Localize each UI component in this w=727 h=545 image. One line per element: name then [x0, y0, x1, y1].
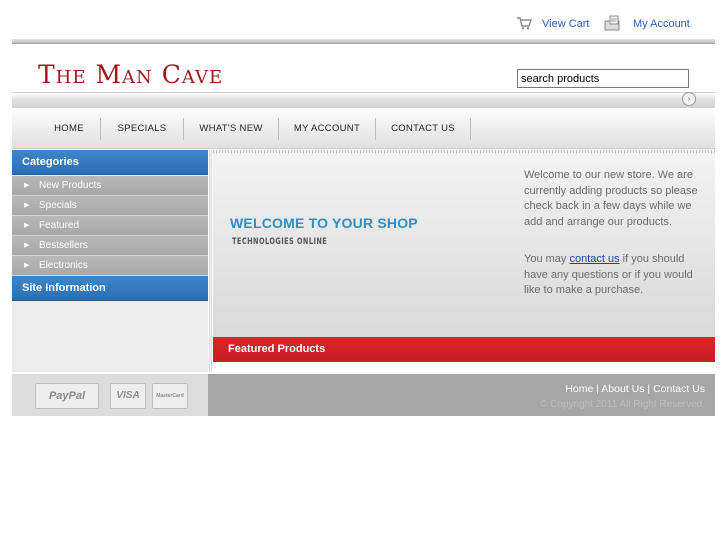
my-account-link[interactable]: My Account [633, 18, 690, 30]
nav-separator [470, 118, 471, 140]
welcome-title: WELCOME TO YOUR SHOP [230, 215, 418, 231]
bullet-arrow-icon: ▶ [24, 242, 30, 249]
categories-heading: Categories [12, 150, 208, 175]
site-information-heading[interactable]: Site Information [12, 276, 208, 301]
footer-contact-link[interactable]: Contact Us [653, 383, 705, 395]
copyright: © Copyright 2011 All Right Reserved. [539, 399, 705, 410]
footer-home-link[interactable]: Home [565, 383, 593, 395]
visa-logo: VISA [110, 383, 146, 409]
category-specials[interactable]: ▶ Specials [12, 196, 208, 216]
intro-paragraph: Welcome to our new store. We are current… [524, 169, 698, 228]
featured-products-heading: Featured Products [213, 337, 715, 362]
bullet-arrow-icon: ▶ [24, 202, 30, 209]
site-logo[interactable]: The Man Cave [38, 60, 223, 89]
contact-paragraph: You may contact us if you should have an… [524, 252, 704, 299]
paypal-logo: PayPal [35, 383, 99, 409]
category-featured[interactable]: ▶ Featured [12, 216, 208, 236]
view-cart-link[interactable]: View Cart [542, 18, 589, 30]
category-bestsellers[interactable]: ▶ Bestsellers [12, 236, 208, 256]
nav-whats-new[interactable]: WHAT'S NEW [184, 108, 278, 148]
category-label: New Products [39, 180, 102, 191]
header-bottom-bar [12, 92, 715, 109]
footer-separator: | [644, 383, 654, 395]
search-input[interactable] [517, 69, 689, 88]
nav-my-account[interactable]: MY ACCOUNT [279, 108, 375, 148]
welcome-subtitle: TECHNOLOGIES ONLINE [232, 237, 328, 247]
bullet-arrow-icon: ▶ [24, 182, 30, 189]
account-icon[interactable] [604, 15, 622, 31]
banner-dotted-rule [213, 150, 715, 153]
sidebar-divider [209, 150, 212, 372]
category-new-products[interactable]: ▶ New Products [12, 176, 208, 196]
category-label: Featured [39, 220, 80, 231]
search-submit-icon[interactable]: › [682, 92, 696, 106]
footer-links: Home | About Us | Contact Us [565, 383, 705, 395]
bullet-arrow-icon: ▶ [24, 222, 30, 229]
footer-about-link[interactable]: About Us [601, 383, 644, 395]
category-label: Electronics [39, 260, 88, 271]
contact-us-link[interactable]: contact us [569, 253, 619, 265]
category-label: Specials [39, 200, 77, 211]
contact-text-before: You may [524, 253, 570, 265]
bullet-arrow-icon: ▶ [24, 262, 30, 269]
category-electronics[interactable]: ▶ Electronics [12, 256, 208, 276]
nav-home[interactable]: HOME [40, 108, 98, 148]
nav-contact-us[interactable]: CONTACT US [376, 108, 470, 148]
category-label: Bestsellers [39, 240, 88, 251]
nav-specials[interactable]: SPECIALS [101, 108, 183, 148]
cart-icon[interactable] [516, 16, 532, 30]
mastercard-logo: MasterCard [152, 383, 188, 409]
